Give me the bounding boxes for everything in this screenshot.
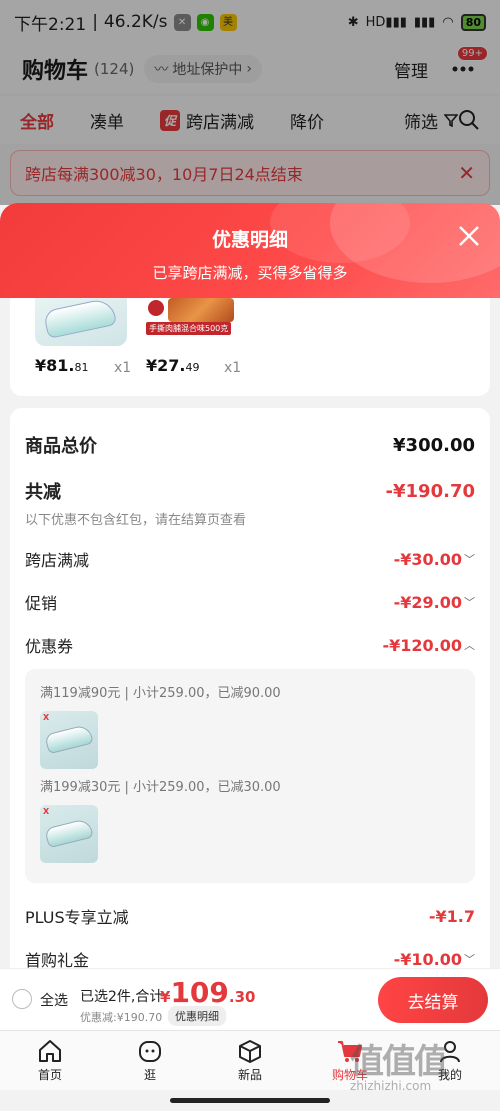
chevron-up-icon: ︿ xyxy=(464,639,475,652)
discount-detail-card: 商品总价 ¥300.00 共减 -¥190.70 以下优惠不包含红包，请在结算页… xyxy=(10,408,490,970)
tab-home[interactable]: 首页 xyxy=(0,1031,100,1090)
box-icon xyxy=(239,1040,261,1063)
coupon-product-thumb: X xyxy=(40,711,98,769)
total-discount-value: -¥190.70 xyxy=(385,480,475,502)
product-qty: x1 xyxy=(114,360,132,376)
product-jerky[interactable]: 手撕肉脯混合味500克 xyxy=(146,298,238,346)
chevron-down-icon: ﹀ xyxy=(464,953,475,966)
total-discount-row: 共减 -¥190.70 xyxy=(25,480,475,504)
jerky-image-label: 手撕肉脯混合味500克 xyxy=(146,322,232,335)
coupon-row[interactable]: 优惠券 -¥120.00 ︿ xyxy=(25,633,475,657)
total-price: ¥109.30 xyxy=(160,976,256,1009)
home-icon xyxy=(39,1040,61,1062)
sheet-title: 优惠明细 xyxy=(211,229,288,251)
overlay-dim[interactable] xyxy=(0,0,500,205)
product-shoe[interactable] xyxy=(35,298,127,346)
chevron-down-icon: ﹀ xyxy=(464,553,475,566)
selected-count: 已选2件,合计: xyxy=(80,989,169,1005)
tab-new[interactable]: 新品 xyxy=(200,1031,300,1090)
checkout-button[interactable]: 去结算 xyxy=(378,977,488,1023)
cross-store-row[interactable]: 跨店满减 -¥30.00 ﹀ xyxy=(25,547,475,571)
home-indicator[interactable] xyxy=(170,1098,330,1103)
chevron-down-icon: ﹀ xyxy=(464,596,475,609)
site-watermark: 值值值 zhizhizhi.com xyxy=(350,1042,448,1093)
subtotal-value: ¥300.00 xyxy=(393,434,475,456)
face-icon xyxy=(139,1041,161,1062)
coupon-line: 满199减30元 | 小计259.00，已减30.00 xyxy=(40,780,281,795)
coupon-line: 满119减90元 | 小计259.00，已减90.00 xyxy=(40,686,281,701)
close-icon[interactable] xyxy=(456,223,482,249)
product-qty: x1 xyxy=(224,360,242,376)
discount-detail-button[interactable]: 优惠明细 xyxy=(168,1006,226,1026)
checkout-bar: 全选 已选2件,合计: ¥109.30 优惠减:¥190.70 优惠明细 去结算 xyxy=(0,968,500,1030)
select-all-checkbox[interactable] xyxy=(12,989,32,1009)
saved-amount: 优惠减:¥190.70 xyxy=(80,1011,163,1024)
coupon-breakdown: 满119减90元 | 小计259.00，已减90.00 X 满199减30元 |… xyxy=(25,669,475,883)
discount-sheet-body: ¥81.81 x1 手撕肉脯混合味500克 ¥27.49 x1 商品总价 ¥30… xyxy=(0,298,500,970)
discount-note: 以下优惠不包含红包，请在结算页查看 xyxy=(25,513,247,528)
tab-browse[interactable]: 逛 xyxy=(100,1031,200,1090)
products-card: ¥81.81 x1 手撕肉脯混合味500克 ¥27.49 x1 xyxy=(10,298,490,396)
product-jerky-price: ¥27.49 xyxy=(146,356,200,375)
sheet-subtitle: 已享跨店满减，买得多省得多 xyxy=(152,264,348,282)
jerky-image: 手撕肉脯混合味500克 xyxy=(146,298,238,346)
subtotal-row: 商品总价 ¥300.00 xyxy=(25,434,475,458)
shoe-image xyxy=(35,298,127,346)
plus-row: PLUS专享立减 -¥1.7 xyxy=(25,906,475,928)
product-shoe-price: ¥81.81 xyxy=(35,356,89,375)
brand-logo-icon xyxy=(148,300,164,316)
first-buy-row[interactable]: 首购礼金 -¥10.00 ﹀ xyxy=(25,947,475,971)
select-all-label[interactable]: 全选 xyxy=(40,990,68,1010)
discount-sheet-header: 优惠明细 已享跨店满减，买得多省得多 xyxy=(0,203,500,301)
coupon-product-thumb: X xyxy=(40,805,98,863)
promotion-row[interactable]: 促销 -¥29.00 ﹀ xyxy=(25,590,475,614)
